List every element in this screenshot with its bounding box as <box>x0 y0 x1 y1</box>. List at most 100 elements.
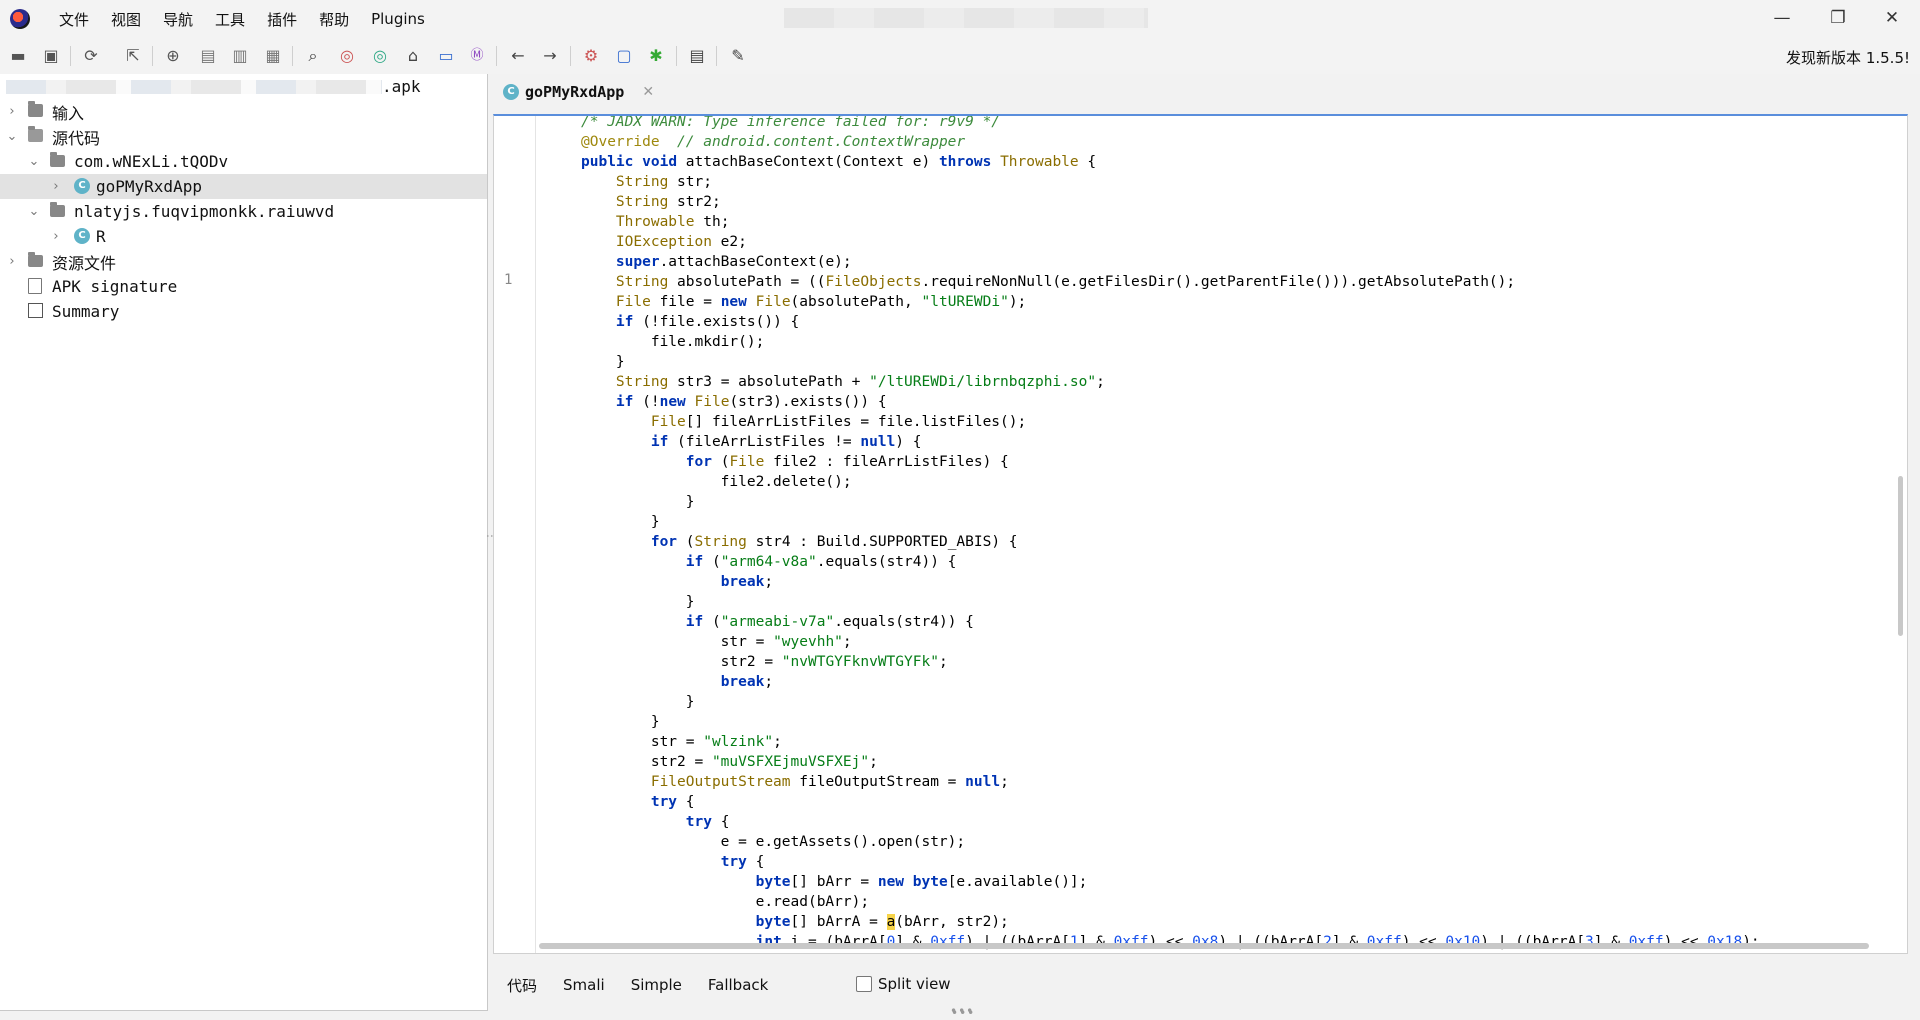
tab-label: goPMyRxdApp <box>525 83 625 101</box>
bookmark-icon[interactable]: ▢ <box>613 45 635 67</box>
menu-tools[interactable]: 工具 <box>204 9 256 30</box>
summary-icon <box>28 303 43 318</box>
collapse-icon[interactable]: ⌄ <box>28 154 40 169</box>
export-icon[interactable]: ⇱ <box>122 45 144 67</box>
back-icon[interactable]: ← <box>507 45 529 67</box>
expand-icon[interactable]: › <box>6 104 18 119</box>
close-window-button[interactable]: ✕ <box>1864 0 1920 36</box>
code-token: } <box>581 694 695 710</box>
reload-icon[interactable]: ⟳ <box>80 45 102 67</box>
tree-item-package[interactable]: ⌄ nlatyjs.fuqvipmonkk.raiuwvd <box>0 199 487 224</box>
code-text[interactable]: /* JADX WARN: Type inference failed for:… <box>581 114 1760 952</box>
debug-icon[interactable]: ✱ <box>645 45 667 67</box>
collapse-icon[interactable]: ⌄ <box>28 204 40 219</box>
code-token: e2; <box>711 234 747 250</box>
split-view-checkbox[interactable] <box>856 976 872 992</box>
code-token: /* JADX WARN: Type inference failed for:… <box>581 114 1001 130</box>
close-tab-icon[interactable]: ✕ <box>642 84 654 100</box>
tree-item-source[interactable]: ⌄ 源代码 <box>0 124 487 149</box>
code-token: str = <box>581 634 774 650</box>
status-resize-handle[interactable]: ••• <box>950 1004 974 1018</box>
code-line: if (!new File(str3).exists()) { <box>581 392 1760 412</box>
code-line: if ("arm64-v8a".equals(str4)) { <box>581 552 1760 572</box>
code-editor[interactable]: 1 /* JADX WARN: Type inference failed fo… <box>493 114 1908 954</box>
flat-packages-icon[interactable]: ▥ <box>229 45 251 67</box>
search-icon[interactable]: ⌕ <box>302 45 324 67</box>
code-token: .requireNonNull(e.getFilesDir().getParen… <box>921 274 1516 290</box>
tree-root-suffix: .apk <box>382 77 421 96</box>
log-viewer-icon[interactable]: ▤ <box>686 45 708 67</box>
log-icon[interactable]: ▭ <box>435 45 457 67</box>
menu-view[interactable]: 视图 <box>100 9 152 30</box>
code-token: byte <box>755 914 791 930</box>
code-token: ; <box>773 734 782 750</box>
tree-item-class[interactable]: › C R <box>0 224 487 249</box>
code-token: } <box>581 354 625 370</box>
minimize-button[interactable]: — <box>1754 0 1810 36</box>
folder-view-icon[interactable]: ▤ <box>197 45 219 67</box>
expand-icon[interactable]: › <box>50 179 62 194</box>
code-token: ) { <box>895 434 922 450</box>
menu-navigation[interactable]: 导航 <box>152 9 204 30</box>
tree-item-inputs[interactable]: › 输入 <box>0 99 487 124</box>
sync-icon[interactable]: ⊕ <box>162 45 184 67</box>
code-token: try <box>685 814 712 830</box>
menu-plugins[interactable]: Plugins <box>360 10 436 28</box>
tab-code[interactable]: 代码 <box>507 975 537 996</box>
tree-item-label: 源代码 <box>52 128 101 148</box>
code-line: for (File file2 : fileArrListFiles) { <box>581 452 1760 472</box>
code-token: null <box>965 774 1001 790</box>
menu-help[interactable]: 帮助 <box>308 9 360 30</box>
restore-button[interactable]: ❐ <box>1810 0 1866 36</box>
tree-root-apk[interactable]: .apk <box>0 74 487 99</box>
collapse-icon[interactable]: ⌄ <box>6 129 18 144</box>
code-token: file2.delete(); <box>581 474 852 490</box>
code-line: if (!file.exists()) { <box>581 312 1760 332</box>
settings-icon[interactable]: ✎ <box>727 45 749 67</box>
code-line: str = "wyevhh"; <box>581 632 1760 652</box>
tab-fallback[interactable]: Fallback <box>708 976 768 994</box>
tree-item-resources[interactable]: › 资源文件 <box>0 249 487 274</box>
tree-item-package[interactable]: ⌄ com.wNExLi.tQODv <box>0 149 487 174</box>
code-line: Throwable th; <box>581 212 1760 232</box>
home-icon[interactable]: ⌂ <box>402 45 424 67</box>
tab-goPMyRxdApp[interactable]: C goPMyRxdApp ✕ <box>503 80 654 104</box>
code-line: file2.delete(); <box>581 472 1760 492</box>
expand-icon[interactable]: › <box>50 229 62 244</box>
horizontal-scrollbar[interactable] <box>539 943 1869 949</box>
code-line: str2 = "muVSFXEjmuVSFXEj"; <box>581 752 1760 772</box>
code-token: { <box>1078 154 1097 170</box>
tree-item-apk-signature[interactable]: APK signature <box>0 274 487 299</box>
table-icon[interactable]: ▦ <box>262 45 284 67</box>
menu-plugins-cn[interactable]: 插件 <box>256 9 308 30</box>
code-line: @Override // android.content.ContextWrap… <box>581 132 1760 152</box>
view-mode-tabs: 代码 Smali Simple Fallback <box>493 970 780 1000</box>
code-token: Objects <box>860 274 922 290</box>
code-token: "ltUREWDi" <box>921 294 1009 310</box>
mark-icon[interactable]: Ⓜ <box>466 45 488 67</box>
code-token: String <box>615 374 669 390</box>
code-token: "wyevhh" <box>773 634 843 650</box>
tree-item-summary[interactable]: Summary <box>0 299 487 324</box>
deobfuscate-icon[interactable]: ⚙ <box>580 45 602 67</box>
find-class-icon[interactable]: ◎ <box>369 45 391 67</box>
open-icon[interactable]: ▬ <box>7 45 29 67</box>
tree-item-label: APK signature <box>52 277 178 296</box>
find-usage-icon[interactable]: ◎ <box>336 45 358 67</box>
update-notice[interactable]: 发现新版本 1.5.5! <box>1786 47 1910 68</box>
tab-simple[interactable]: Simple <box>631 976 682 994</box>
expand-icon[interactable]: › <box>6 254 18 269</box>
code-line: String str3 = absolutePath + "/ltUREWDi/… <box>581 372 1760 392</box>
menu-file[interactable]: 文件 <box>48 9 100 30</box>
code-token: (!file.exists()) { <box>633 314 800 330</box>
add-files-icon[interactable]: ▣ <box>40 45 62 67</box>
vertical-scrollbar[interactable] <box>1898 476 1903 636</box>
tree-item-class-selected[interactable]: › C goPMyRxdApp <box>0 174 487 199</box>
split-view-toggle[interactable]: Split view <box>856 975 951 993</box>
forward-icon[interactable]: → <box>539 45 561 67</box>
tab-smali[interactable]: Smali <box>563 976 605 994</box>
